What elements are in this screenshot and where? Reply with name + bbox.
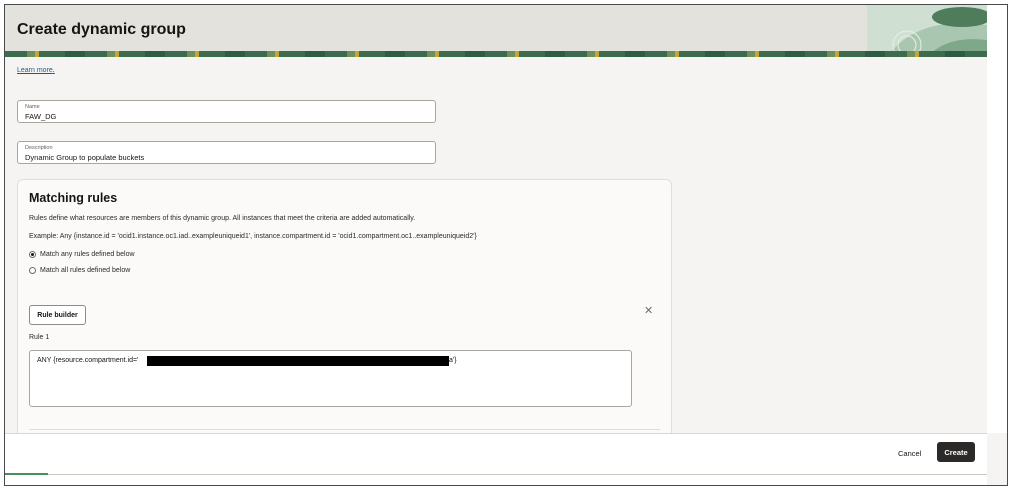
- page-header: Create dynamic group: [5, 5, 987, 57]
- radio-match-any[interactable]: Match any rules defined below: [29, 251, 135, 258]
- bottom-divider: [48, 474, 987, 475]
- banner-illustration: [867, 5, 987, 57]
- description-field-value[interactable]: Dynamic Group to populate buckets: [25, 153, 144, 162]
- close-icon[interactable]: ✕: [644, 304, 653, 317]
- radio-match-any-label: Match any rules defined below: [40, 251, 135, 258]
- rule-1-text-prefix: ANY {resource.compartment.id=': [37, 357, 139, 364]
- rule-1-text-suffix: a'}: [449, 357, 457, 364]
- rule-1-textarea[interactable]: ANY {resource.compartment.id=' a'}: [29, 350, 632, 407]
- page-title: Create dynamic group: [17, 21, 186, 38]
- matching-rules-example: Example: Any {instance.id = 'ocid1.insta…: [29, 233, 477, 240]
- radio-match-all[interactable]: Match all rules defined below: [29, 267, 130, 274]
- form-body: Learn more. Name FAW_DG Description Dyna…: [5, 57, 987, 439]
- radio-selected-icon[interactable]: [29, 251, 36, 258]
- radio-unselected-icon[interactable]: [29, 267, 36, 274]
- side-strip: [987, 5, 1007, 433]
- name-field-value[interactable]: FAW_DG: [25, 112, 56, 121]
- dialog-footer: Cancel Create: [5, 433, 987, 485]
- rule-1-label: Rule 1: [29, 334, 50, 341]
- rule-builder-button[interactable]: Rule builder: [29, 305, 86, 325]
- matching-rules-description: Rules define what resources are members …: [29, 215, 416, 222]
- radio-match-all-label: Match all rules defined below: [40, 267, 131, 274]
- learn-more-period: .: [52, 67, 55, 74]
- description-field[interactable]: Description Dynamic Group to populate bu…: [17, 141, 436, 164]
- progress-indicator: [5, 473, 48, 475]
- redacted-block: [147, 356, 449, 366]
- matching-rules-title: Matching rules: [29, 191, 118, 205]
- cancel-button[interactable]: Cancel: [898, 449, 921, 458]
- matching-rules-card: Matching rules Rules define what resourc…: [17, 179, 672, 439]
- dialog-frame: Create dynamic group Learn more. Name FA…: [4, 4, 1008, 486]
- description-field-label: Description: [25, 145, 53, 151]
- name-field[interactable]: Name FAW_DG: [17, 100, 436, 123]
- create-button[interactable]: Create: [937, 442, 975, 462]
- card-divider: [29, 429, 660, 430]
- learn-more-link[interactable]: Learn more.: [17, 67, 55, 74]
- name-field-label: Name: [25, 104, 40, 110]
